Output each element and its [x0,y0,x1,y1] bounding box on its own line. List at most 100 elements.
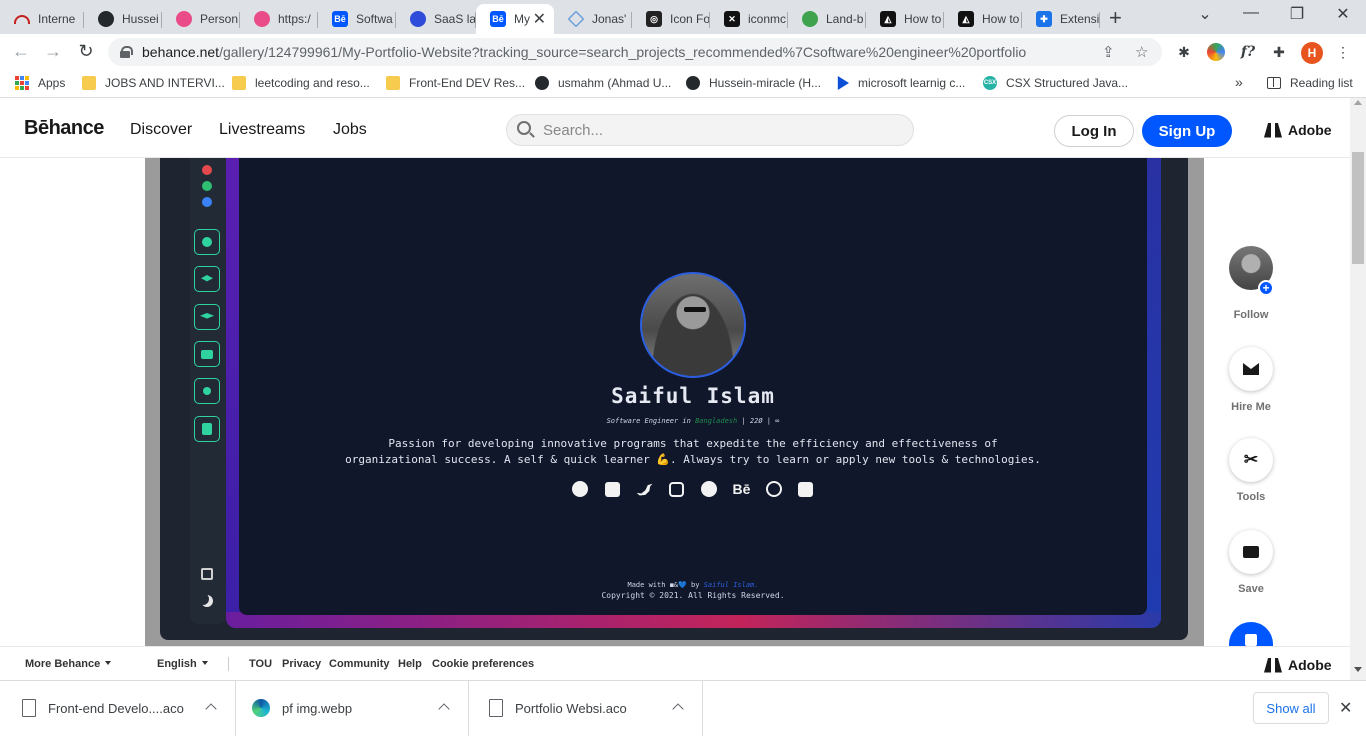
nav-livestreams[interactable]: Livestreams [219,121,305,139]
bookmark-apps[interactable]: Apps [15,76,65,90]
minimize-icon[interactable]: — [1236,4,1266,22]
reload-icon[interactable]: ↻ [75,41,97,62]
bookmark-folder[interactable]: leetcoding and reso... [232,76,370,90]
search-placeholder: Search... [543,122,604,139]
browser-tab[interactable]: Land-b [788,4,866,34]
tiktok-icon: ◭ [958,11,974,27]
browser-tab[interactable]: SaaS la [396,4,476,34]
save-label[interactable]: Save [1211,583,1291,595]
address-bar[interactable]: behance.net/gallery/124799961/My-Portfol… [108,38,1162,66]
scroll-down-icon[interactable] [1354,667,1362,672]
footer-link-help[interactable]: Help [398,658,422,670]
footer-adobe-link[interactable]: Adobe [1264,657,1332,673]
portfolio-copyright: Copyright © 2021. All Rights Reserved. [601,591,785,600]
bookmark-link[interactable]: usmahm (Ahmad U... [535,76,671,90]
chevron-up-icon[interactable] [438,703,450,715]
whatfont-icon[interactable]: f? [1239,43,1257,61]
browser-tab-active[interactable]: Bē My ✕ [476,4,554,34]
footer-link-cookie-preferences[interactable]: Cookie preferences [432,658,534,670]
profile-avatar[interactable]: H [1301,42,1323,64]
bookmark-star-icon[interactable]: ☆ [1135,43,1148,61]
caret-down-icon [105,661,112,665]
save-button[interactable] [1229,530,1273,574]
extensions-puzzle-icon[interactable]: ✚ [1270,43,1288,61]
chevron-up-icon[interactable] [205,703,217,715]
browser-tab[interactable]: ✚ Extensi [1022,4,1100,34]
scrollbar-thumb[interactable] [1352,152,1364,264]
portfolio-role: Software Engineer in Bangladesh | 22Ø | … [606,417,780,425]
browser-tab[interactable]: ◎ Icon Fo [632,4,710,34]
facebook-icon [700,480,718,498]
browser-tab[interactable]: Hussei [84,4,162,34]
bookmark-link[interactable]: CSX CSX Structured Java... [983,76,1128,90]
tab-title: Interne [38,12,76,26]
footer-link-community[interactable]: Community [329,658,390,670]
follow-plus-icon[interactable]: + [1258,280,1274,296]
hire-me-label[interactable]: Hire Me [1211,401,1291,413]
tools-label[interactable]: Tools [1211,491,1291,503]
bookmark-link[interactable]: Hussein-miracle (H... [686,76,821,90]
browser-tab[interactable]: ◭ How to [944,4,1022,34]
window-dot-red [202,165,212,175]
browser-menu-icon[interactable]: ⋮ [1334,43,1352,61]
scroll-up-icon[interactable] [1354,100,1362,105]
window-dot-blue [202,197,212,207]
language-dropdown[interactable]: English [157,658,208,670]
tab-title: SaaS la [434,12,476,26]
lock-icon[interactable] [120,46,133,58]
adobe-link[interactable]: Adobe [1264,122,1332,138]
chevron-up-icon[interactable] [672,703,684,715]
more-behance-dropdown[interactable]: More Behance [25,658,112,670]
tab-title: My [514,12,530,26]
tab-title: Icon Fo [670,12,710,26]
signup-button[interactable]: Sign Up [1142,115,1232,147]
follow-label[interactable]: Follow [1211,309,1291,321]
bookmark-folder[interactable]: Front-End DEV Res... [386,76,525,90]
download-item[interactable]: Portfolio Websi.aco [469,681,703,736]
new-tab-icon[interactable]: + [1109,5,1122,31]
bookmark-folder[interactable]: JOBS AND INTERVI... [82,76,225,90]
bookmark-link[interactable]: microsoft learnig c... [835,76,965,90]
footer-link-tou[interactable]: TOU [249,658,272,670]
browser-tab[interactable]: Person [162,4,240,34]
forward-icon[interactable]: → [42,41,64,62]
nav-jobs[interactable]: Jobs [333,121,367,139]
footer-link-privacy[interactable]: Privacy [282,658,321,670]
moon-icon [201,595,213,607]
login-button[interactable]: Log In [1054,115,1134,147]
browser-tab[interactable]: Jonas' [554,4,632,34]
nav-discover[interactable]: Discover [130,121,192,139]
tab-title: iconmc [748,12,787,26]
close-tab-icon[interactable]: ✕ [533,9,546,29]
download-item[interactable]: Front-end Develo....aco [0,681,236,736]
back-icon[interactable]: ← [10,41,32,62]
tab-title: Person [200,12,239,26]
extension-bug-icon[interactable]: ✱ [1175,43,1193,61]
browser-tab[interactable]: ✕ iconmc [710,4,788,34]
more-bookmarks-icon[interactable]: » [1235,74,1243,90]
browser-tab[interactable]: Interne [0,4,84,34]
extension-globe-icon[interactable] [1207,43,1225,61]
edge-icon [252,699,270,717]
reading-list-button[interactable]: Reading list [1267,76,1353,90]
url-text: behance.net/gallery/124799961/My-Portfol… [142,44,1027,60]
bookmarks-bar: Apps JOBS AND INTERVI... leetcoding and … [0,70,1366,98]
close-window-icon[interactable]: ✕ [1328,4,1358,24]
browser-tab[interactable]: ◭ How to [866,4,944,34]
hire-me-button[interactable] [1229,347,1273,391]
search-icon [517,121,531,135]
restore-icon[interactable]: ❐ [1282,4,1312,24]
tools-button[interactable]: ✂ [1229,438,1273,482]
download-item[interactable]: pf img.webp [236,681,469,736]
tab-title: How to [904,12,942,26]
caret-down-icon [201,661,208,665]
tab-search-icon[interactable]: ⌄ [1190,4,1220,24]
portfolio-made-with: Made with ◼&💙 by Saiful Islam. [627,581,759,589]
close-shelf-icon[interactable]: ✕ [1339,698,1352,718]
browser-tab[interactable]: https:/ [240,4,318,34]
search-input[interactable]: Search... [506,114,914,146]
behance-logo[interactable]: Bēhance [24,117,104,140]
browser-tab[interactable]: Bē Softwa [318,4,396,34]
share-icon[interactable]: ⇪ [1102,43,1115,61]
show-all-button[interactable]: Show all [1253,692,1329,724]
